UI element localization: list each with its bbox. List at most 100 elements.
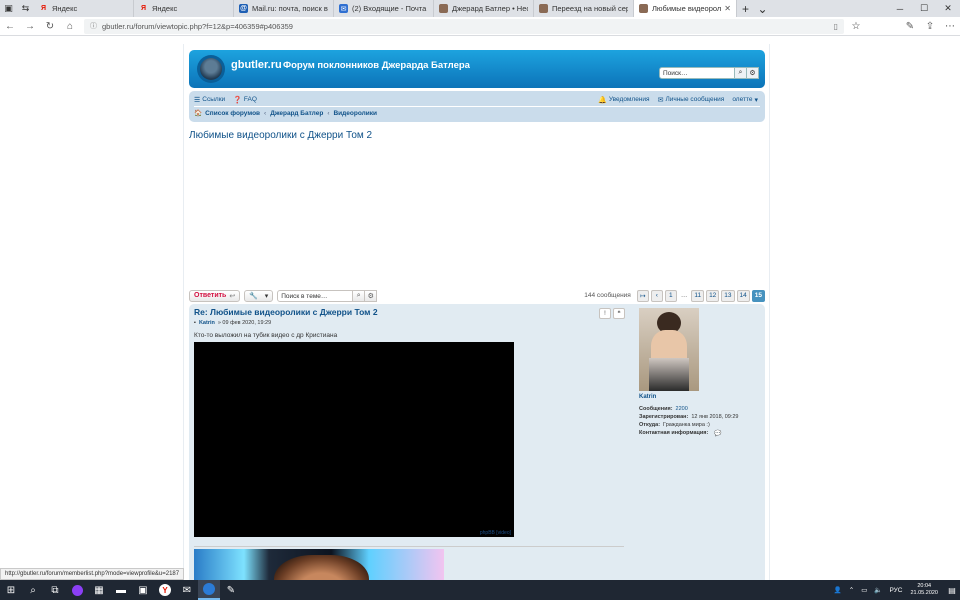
- alice-circle: [71, 584, 83, 596]
- topic-search-input[interactable]: Поиск в теме…: [277, 289, 354, 302]
- chevron-up-icon[interactable]: ⌃: [849, 586, 854, 594]
- wrench-icon: 🔧: [249, 292, 258, 300]
- notification-center-icon[interactable]: ▤: [944, 580, 960, 600]
- chevron-down-icon[interactable]: ⌄: [754, 0, 771, 17]
- refresh-icon[interactable]: ↻: [40, 21, 60, 32]
- explorer-folder-icon[interactable]: ▬: [110, 580, 132, 600]
- post-author[interactable]: Katrin: [199, 320, 215, 326]
- mail-icon[interactable]: ✉: [176, 580, 198, 600]
- notifications-link[interactable]: 🔔 Уведомления: [598, 96, 649, 104]
- video-embed[interactable]: phpBB [video]: [194, 342, 514, 537]
- back-icon[interactable]: ←: [0, 21, 20, 32]
- browser-tab[interactable]: Я Яндекс: [34, 0, 134, 17]
- clock-time: 20:04: [917, 583, 932, 589]
- user-menu[interactable]: олетте ▾: [732, 96, 760, 104]
- site-logo[interactable]: [197, 55, 225, 83]
- maximize-icon[interactable]: ☐: [912, 0, 936, 17]
- site-header: gbutler.ru Форум поклонников Джерарда Ба…: [189, 50, 765, 88]
- page-link[interactable]: 1: [664, 289, 677, 302]
- topic-title[interactable]: Любимые видеоролики с Джерри Том 2: [189, 130, 372, 141]
- info-icon[interactable]: ⓘ: [90, 21, 97, 31]
- edge-browser-icon[interactable]: [198, 580, 220, 600]
- new-tab-icon[interactable]: +: [737, 0, 754, 17]
- page-link[interactable]: 11: [691, 289, 705, 302]
- links-menu[interactable]: ☰ Ссылки: [194, 96, 225, 104]
- search-icon[interactable]: ⌕: [22, 580, 44, 600]
- tab-title: Любимые видеоролик: [652, 4, 722, 13]
- nav-bar: ☰ Ссылки ❓ FAQ 🔔 Уведомления ✉ Личные со…: [189, 91, 765, 122]
- face-icon: [639, 4, 648, 13]
- tab-list-icon[interactable]: ⇆: [17, 0, 34, 17]
- browser-tab[interactable]: @ Mail.ru: почта, поиск в инт: [234, 0, 334, 17]
- browser-tab[interactable]: ✉ (2) Входящие - Почта Mail.: [334, 0, 434, 17]
- topic-tools-button[interactable]: 🔧 ▾: [244, 289, 274, 302]
- home-icon: 🏠: [194, 110, 203, 117]
- yandex-browser-icon[interactable]: Y: [154, 580, 176, 600]
- faq-link[interactable]: ❓ FAQ: [233, 96, 257, 104]
- breadcrumb-item[interactable]: Список форумов: [205, 110, 260, 117]
- share-icon[interactable]: ⇪: [920, 21, 940, 32]
- notepad-icon[interactable]: ✎: [220, 580, 242, 600]
- breadcrumb-separator: ‹: [264, 109, 267, 117]
- links-label: Ссылки: [202, 96, 226, 103]
- close-window-icon[interactable]: ✕: [936, 0, 960, 17]
- report-icon[interactable]: !: [599, 308, 611, 319]
- page-link[interactable]: 12: [706, 289, 720, 302]
- home-icon[interactable]: ⌂: [60, 21, 80, 32]
- search-icon[interactable]: ⌕: [353, 289, 366, 302]
- system-tray: 👤 ⌃ ▭ 🔈 РУС 20:04 21.05.2020 ▤: [827, 580, 960, 600]
- calculator-icon[interactable]: ▦: [88, 580, 110, 600]
- language-indicator[interactable]: РУС: [889, 587, 902, 594]
- breadcrumb: 🏠 Список форумов ‹ Джерард Батлер ‹ Виде…: [194, 109, 377, 118]
- inbox-icon: ✉: [339, 4, 348, 13]
- avatar[interactable]: [639, 308, 699, 391]
- browser-tab-active[interactable]: Любимые видеоролик ✕: [634, 0, 737, 17]
- profile-username[interactable]: Katrin: [639, 394, 761, 400]
- post-subject[interactable]: Re: Любимые видеоролики с Джерри Том 2: [194, 307, 378, 317]
- browser-tab[interactable]: Джерард Батлер • Неофиц: [434, 0, 534, 17]
- reply-button[interactable]: Ответить ↩: [189, 289, 241, 302]
- private-messages-link[interactable]: ✉ Личные сообщения: [658, 96, 725, 104]
- windows-start-icon[interactable]: ⊞: [0, 580, 22, 600]
- collections-icon[interactable]: ✎: [900, 21, 920, 32]
- speech-bubble-icon[interactable]: 💬: [714, 430, 721, 437]
- task-view-icon[interactable]: ⧉: [44, 580, 66, 600]
- tab-actions-icon[interactable]: ▣: [0, 0, 17, 17]
- reading-view-icon[interactable]: ▯: [834, 22, 838, 31]
- gear-icon[interactable]: ⚙: [747, 67, 759, 79]
- forward-icon[interactable]: →: [20, 21, 40, 32]
- prev-page-icon[interactable]: ‹: [650, 289, 663, 302]
- caret-down-icon: ▾: [754, 96, 758, 104]
- store-icon[interactable]: ▣: [132, 580, 154, 600]
- header-search-input[interactable]: Поиск…: [659, 67, 735, 79]
- posts-value[interactable]: 2200: [676, 406, 688, 412]
- yandex-icon: Я: [140, 5, 147, 12]
- close-icon[interactable]: ✕: [724, 4, 731, 13]
- gear-icon[interactable]: ⚙: [365, 289, 378, 302]
- volume-icon[interactable]: 🔈: [874, 586, 882, 594]
- network-icon[interactable]: ▭: [861, 586, 867, 594]
- tab-title: (2) Входящие - Почта Mail.: [352, 4, 428, 13]
- breadcrumb-item[interactable]: Видеоролики: [333, 110, 377, 117]
- address-input[interactable]: ⓘ gbutler.ru/forum/viewtopic.php?f=12&p=…: [84, 18, 844, 34]
- browser-tab[interactable]: Я Яндекс: [134, 0, 234, 17]
- page-link[interactable]: 14: [736, 289, 750, 302]
- post-text: Кто-то выложил на тубик видео с др Крист…: [194, 332, 338, 339]
- browser-tab[interactable]: Переезд на новый сервер: [534, 0, 634, 17]
- clock[interactable]: 20:04 21.05.2020: [910, 583, 938, 597]
- page-link[interactable]: 13: [721, 289, 735, 302]
- more-icon[interactable]: ⋯: [940, 21, 960, 32]
- quote-icon[interactable]: ❝: [613, 308, 625, 319]
- nav-links: ☰ Ссылки ❓ FAQ 🔔 Уведомления ✉ Личные со…: [194, 94, 760, 105]
- post-actions: ! ❝: [597, 308, 625, 319]
- site-name[interactable]: gbutler.ru: [231, 59, 282, 71]
- breadcrumb-item[interactable]: Джерард Батлер: [270, 110, 323, 117]
- search-icon[interactable]: ⌕: [735, 67, 747, 79]
- jump-to-page-icon[interactable]: ↦: [636, 289, 649, 302]
- people-icon[interactable]: 👤: [834, 586, 842, 594]
- reply-arrow-icon: ↩: [229, 292, 236, 300]
- post-image[interactable]: [194, 549, 444, 580]
- star-icon[interactable]: ☆: [846, 21, 866, 32]
- alice-assistant-icon[interactable]: [66, 580, 88, 600]
- minimize-icon[interactable]: ─: [888, 0, 912, 17]
